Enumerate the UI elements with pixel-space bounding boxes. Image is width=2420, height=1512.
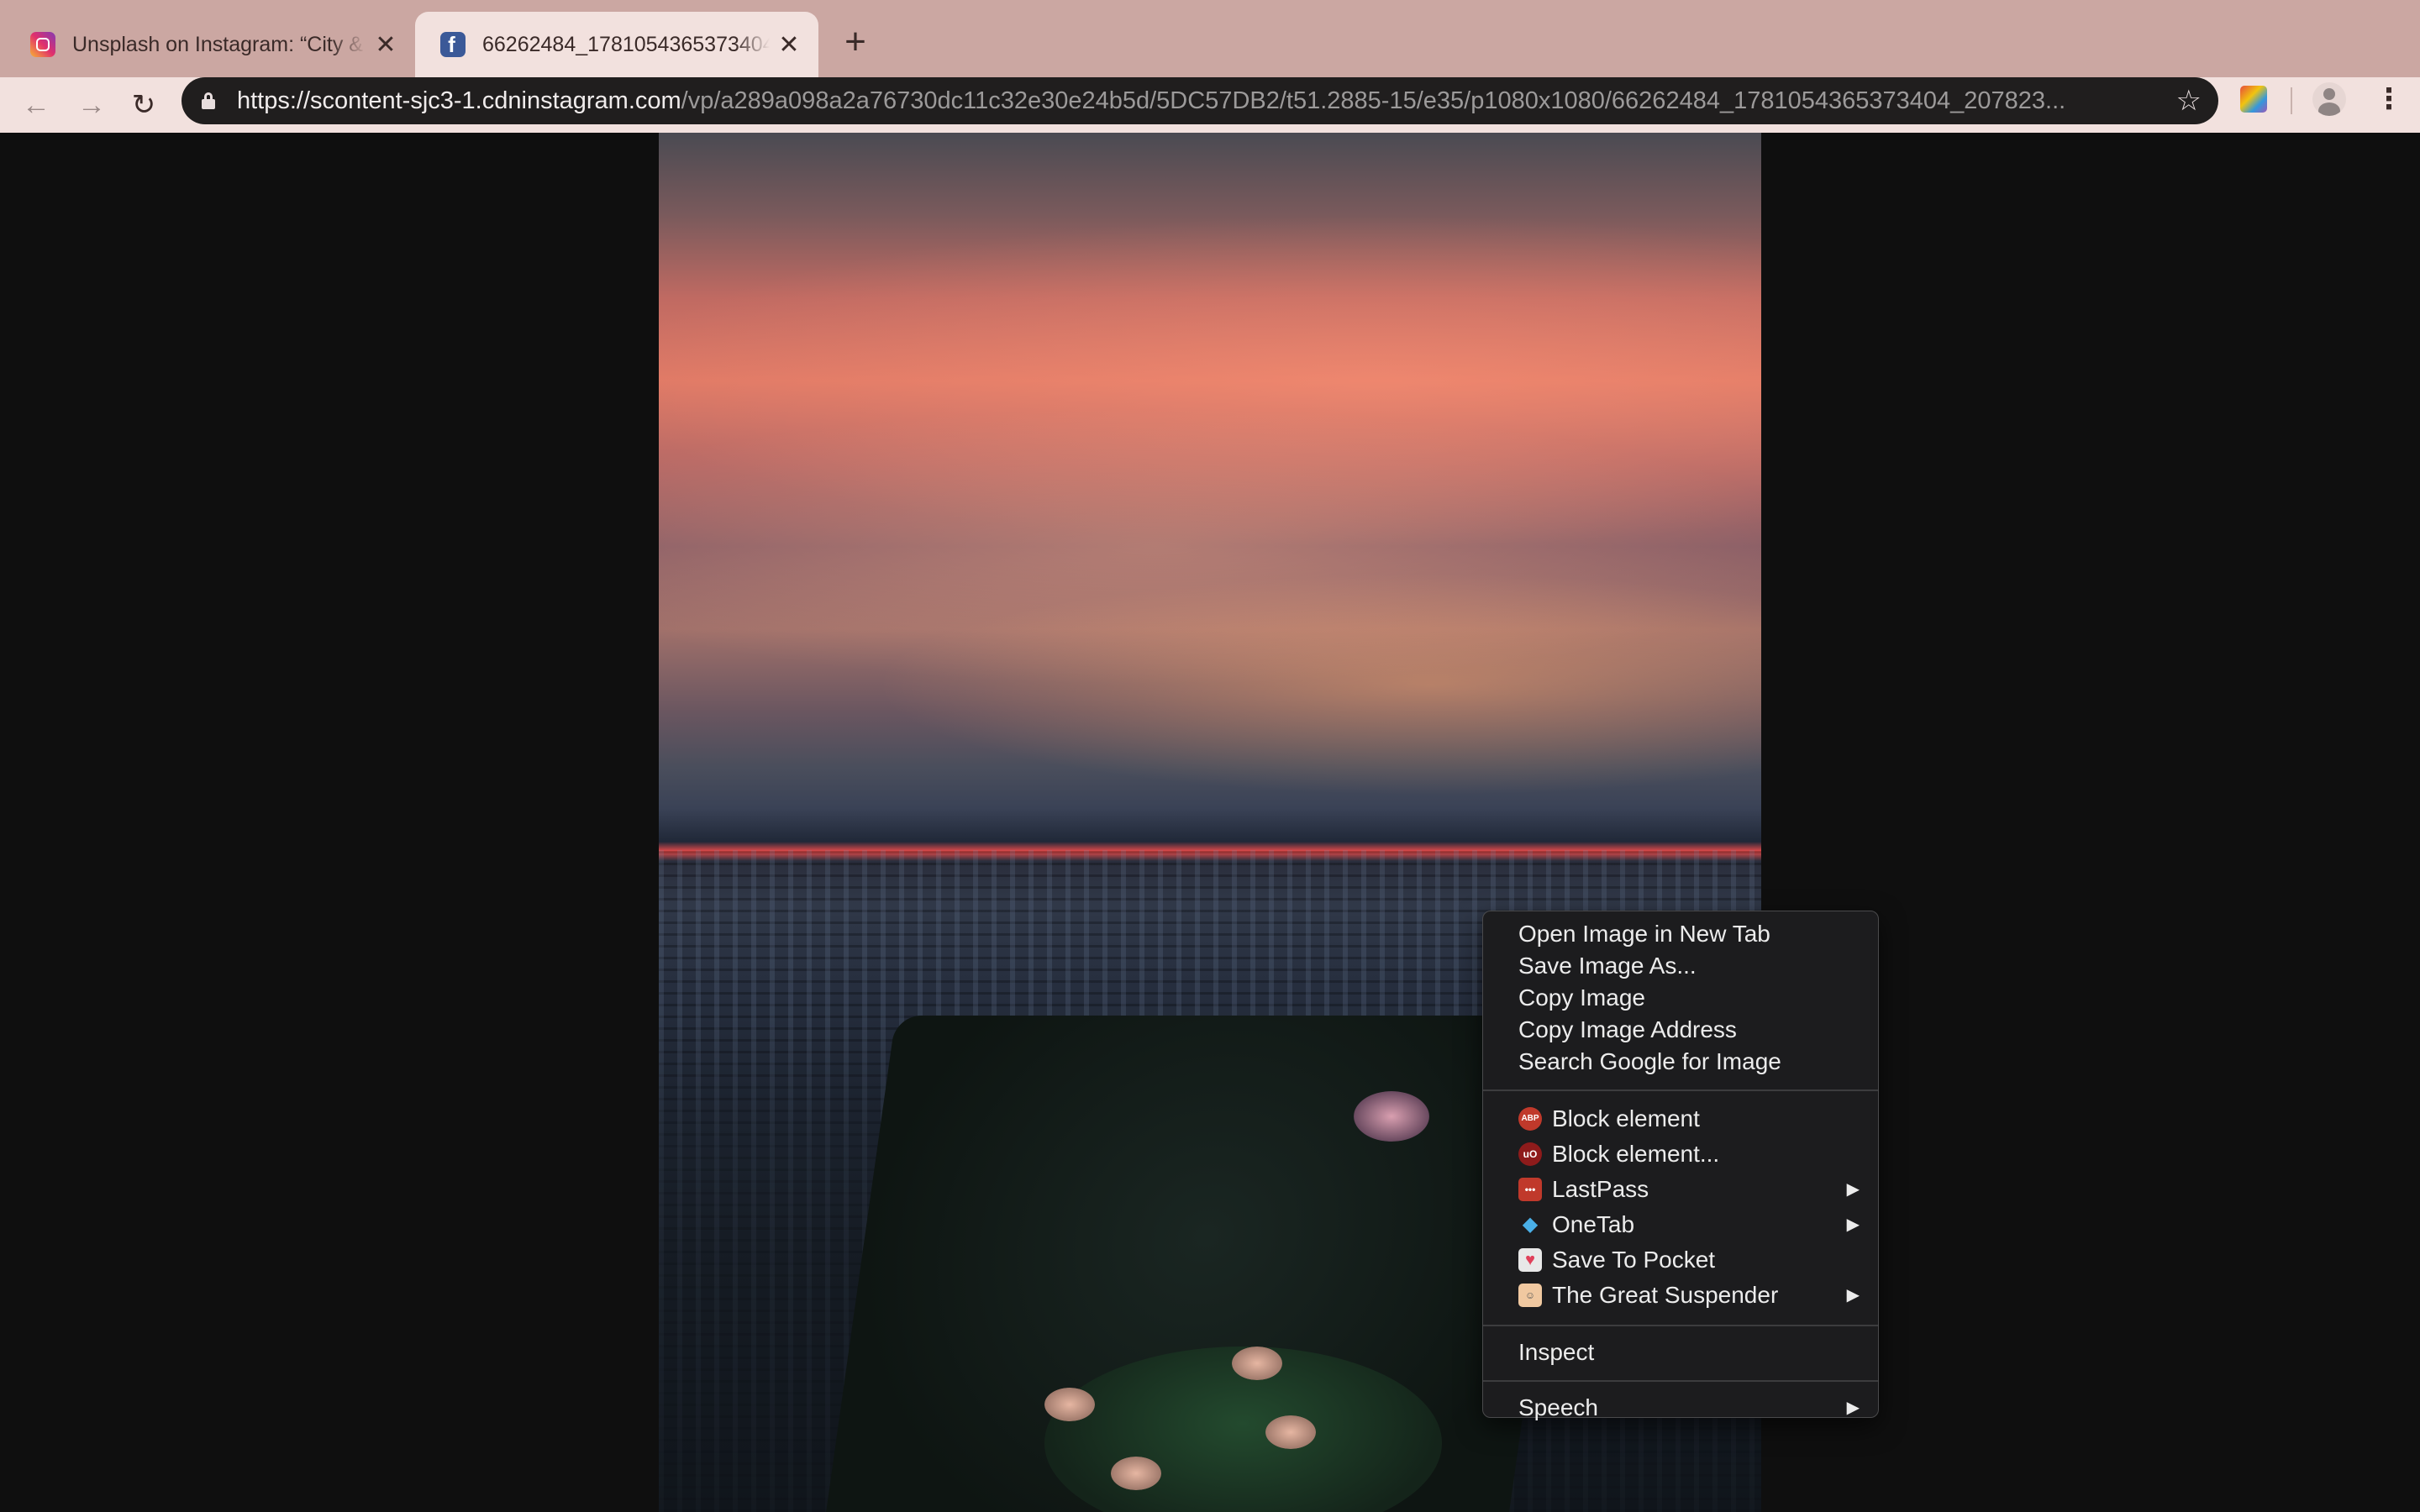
tab-image[interactable]: f 66262484_1781054365373404_2078… ✕	[415, 12, 818, 77]
menu-kebab-icon[interactable]: ⋮	[2375, 82, 2403, 116]
context-menu: Open Image in New Tab Save Image As... C…	[1482, 911, 1879, 1420]
tab-instagram[interactable]: Unsplash on Instagram: “City & … ✕	[0, 12, 415, 77]
menu-save-to-pocket[interactable]: ♥ Save To Pocket	[1483, 1242, 1878, 1278]
profile-avatar-icon[interactable]	[2312, 82, 2346, 116]
photo-pond	[1353, 1091, 1429, 1142]
submenu-arrow-icon: ▶	[1846, 1399, 1860, 1417]
menu-inspect[interactable]: Inspect	[1483, 1336, 1878, 1368]
menu-great-suspender[interactable]: ☺ The Great Suspender ▶	[1483, 1278, 1878, 1313]
ublock-origin-icon: uO	[1518, 1142, 1542, 1166]
adblock-plus-icon: ABP	[1518, 1107, 1542, 1131]
menu-item-label: Block element	[1552, 1105, 1700, 1131]
menu-divider	[1483, 1325, 1878, 1326]
bookmark-star-icon[interactable]: ☆	[2176, 84, 2202, 118]
great-suspender-icon: ☺	[1518, 1284, 1542, 1307]
menu-lastpass[interactable]: ••• LastPass ▶	[1483, 1172, 1878, 1207]
extension-icon[interactable]	[2240, 86, 2267, 113]
menu-item-label: LastPass	[1552, 1176, 1649, 1202]
menu-abp-block-element[interactable]: ABP Block element	[1483, 1101, 1878, 1137]
tab-title: 66262484_1781054365373404_2078…	[482, 32, 770, 56]
reload-icon[interactable]: ↻	[123, 84, 165, 126]
url-host: https://scontent-sjc3-1.cdninstagram.com	[237, 87, 681, 114]
tab-title: Unsplash on Instagram: “City & …	[72, 32, 366, 56]
menu-ublock-block-element[interactable]: uO Block element...	[1483, 1137, 1878, 1172]
photo-ballfield	[1265, 1415, 1316, 1450]
url-path: /vp/a289a098a2a76730dc11c32e30e24b5d/5DC…	[681, 87, 2066, 114]
menu-search-google-image[interactable]: Search Google for Image	[1483, 1046, 1878, 1078]
facebook-icon: f	[440, 32, 466, 57]
submenu-arrow-icon: ▶	[1846, 1286, 1860, 1305]
menu-onetab[interactable]: ◆ OneTab ▶	[1483, 1207, 1878, 1242]
menu-item-label: The Great Suspender	[1552, 1282, 1779, 1308]
menu-copy-image-address[interactable]: Copy Image Address	[1483, 1014, 1878, 1046]
menu-divider	[1483, 1089, 1878, 1091]
menu-item-label: Save To Pocket	[1552, 1247, 1716, 1273]
menu-open-image-new-tab[interactable]: Open Image in New Tab	[1483, 918, 1878, 950]
menu-speech[interactable]: Speech ▶	[1483, 1392, 1878, 1424]
forward-icon[interactable]: →	[71, 84, 113, 126]
submenu-arrow-icon: ▶	[1846, 1180, 1860, 1199]
menu-divider	[1483, 1380, 1878, 1382]
toolbar-divider	[2291, 87, 2292, 114]
page-viewport	[0, 133, 2420, 1512]
pocket-icon: ♥	[1518, 1248, 1542, 1272]
lock-icon[interactable]	[202, 92, 215, 109]
browser-toolbar: ← → ↻ https://scontent-sjc3-1.cdninstagr…	[0, 77, 2420, 133]
menu-item-label: OneTab	[1552, 1211, 1635, 1237]
instagram-icon	[30, 32, 55, 57]
submenu-arrow-icon: ▶	[1846, 1215, 1860, 1234]
url-text[interactable]: https://scontent-sjc3-1.cdninstagram.com…	[237, 87, 2156, 115]
new-tab-button[interactable]: +	[837, 20, 874, 64]
back-icon[interactable]: ←	[15, 84, 57, 126]
photo-ballfield	[1232, 1346, 1283, 1380]
close-tab-icon[interactable]: ✕	[373, 30, 398, 60]
photo-ballfield	[1110, 1457, 1161, 1491]
menu-save-image-as[interactable]: Save Image As...	[1483, 950, 1878, 982]
menu-item-label: Speech	[1518, 1394, 1598, 1420]
menu-item-label: Block element...	[1552, 1141, 1720, 1167]
onetab-icon: ◆	[1522, 1213, 1539, 1236]
tab-strip: Unsplash on Instagram: “City & … ✕ f 662…	[0, 0, 2420, 77]
lastpass-icon: •••	[1518, 1178, 1542, 1201]
address-bar[interactable]: https://scontent-sjc3-1.cdninstagram.com…	[182, 77, 2218, 124]
close-tab-icon[interactable]: ✕	[776, 30, 802, 60]
menu-copy-image[interactable]: Copy Image	[1483, 982, 1878, 1014]
